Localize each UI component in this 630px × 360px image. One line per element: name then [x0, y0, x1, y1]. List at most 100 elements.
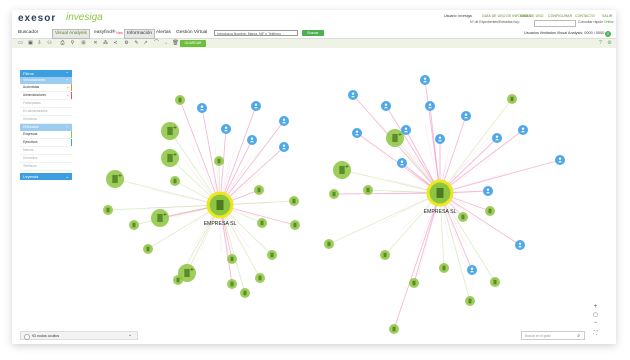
search-icon[interactable]: ⌕: [577, 332, 580, 341]
person-node[interactable]: [401, 125, 411, 135]
person-node[interactable]: [197, 103, 207, 113]
person-node[interactable]: [518, 125, 528, 135]
network-graph[interactable]: +++++EMPRESA SL++EMPRESA SL: [12, 48, 616, 344]
menu-gestion-virtual[interactable]: Gestión Virtual: [174, 29, 209, 37]
person-icon: [282, 118, 286, 121]
save-icon[interactable]: ▣: [27, 40, 34, 47]
building-icon: [293, 222, 297, 228]
entities-title: Entidades: [23, 125, 39, 129]
network-icon[interactable]: ⁂: [102, 40, 109, 47]
relation-filter-item[interactable]: Administradores +: [20, 92, 72, 100]
plus-icon: +: [190, 267, 194, 274]
edit-icon[interactable]: ✎: [133, 40, 140, 47]
filters-header[interactable]: Filtros ⌃: [20, 70, 72, 77]
menu-buscador[interactable]: Buscador: [16, 29, 40, 37]
entity-filter-item[interactable]: Teléfonos: [20, 163, 72, 171]
relation-filter-item[interactable]: Directivos: [20, 116, 72, 124]
building-icon: [436, 188, 444, 198]
person-node[interactable]: [425, 101, 435, 111]
plus-icon: +: [398, 132, 402, 139]
person-node[interactable]: [251, 101, 261, 111]
main-search-input[interactable]: Introduzca Nombre, Marca, NIF o Teléfono: [214, 29, 298, 36]
link-config[interactable]: CONFIGURAR: [548, 14, 572, 18]
share-icon[interactable]: ≺: [112, 40, 119, 47]
person-node[interactable]: [461, 111, 471, 121]
fit-screen-icon[interactable]: ▢: [592, 312, 599, 319]
print-icon[interactable]: ⎙: [59, 40, 66, 47]
legend-header[interactable]: Leyenda ⌄: [20, 173, 72, 180]
plus-icon: +: [173, 125, 177, 132]
plus-icon: +: [345, 164, 349, 171]
delete-icon[interactable]: 🗑: [172, 40, 179, 47]
entity-filter-item[interactable]: Ejecutivos: [20, 139, 72, 147]
relation-filter-item[interactable]: Accionistas +: [20, 84, 72, 92]
person-node[interactable]: [555, 155, 565, 165]
person-node[interactable]: [348, 90, 358, 100]
person-node[interactable]: [279, 116, 289, 126]
arrow-icon[interactable]: →: [162, 40, 169, 47]
unlimited-users-text: Usuarios ilimitados Visual Analysis: 000…: [524, 31, 605, 35]
building-icon: [260, 220, 264, 226]
menu-alertas[interactable]: Alertas: [154, 29, 173, 37]
settings-icon[interactable]: ⚙: [123, 40, 130, 47]
person-node[interactable]: [467, 265, 477, 275]
fullscreen-icon[interactable]: ⛶: [592, 330, 599, 337]
cart-count-badge[interactable]: 0: [605, 30, 611, 37]
building-icon: [157, 213, 163, 223]
person-node[interactable]: [397, 158, 407, 168]
graph-search-input[interactable]: Buscar en el grafo ⌕: [521, 331, 585, 340]
relations-header[interactable]: Vinculaciones ⌃: [20, 77, 72, 84]
entity-filter-item[interactable]: Empresas: [20, 131, 72, 139]
curve-icon[interactable]: ⌒: [153, 40, 160, 47]
chevron-up-icon[interactable]: ⌃: [128, 332, 132, 341]
person-icon: [404, 127, 408, 130]
person-node[interactable]: [221, 124, 231, 134]
link-logout[interactable]: SALIR: [602, 14, 612, 18]
entity-filter-item[interactable]: Marcas: [20, 147, 72, 155]
person-node[interactable]: [435, 134, 445, 144]
people-icon[interactable]: ⚇: [46, 40, 53, 47]
hidden-nodes-bar[interactable]: 93 nodos ocultos ⌃: [20, 331, 138, 340]
person-node[interactable]: [483, 186, 493, 196]
quick-search-input[interactable]: [534, 19, 576, 27]
graph-canvas[interactable]: + + + + + EMPRESA SL + + EMPRESA SL Filtros ⌃ Vin…: [12, 48, 616, 344]
menu-easyfind[interactable]: easyfind®New: [92, 29, 125, 37]
link-guide[interactable]: GUÍA DE USO: [520, 14, 543, 18]
person-node[interactable]: [352, 128, 362, 138]
entities-header[interactable]: Entidades ⌃: [20, 124, 72, 131]
zoom-in-icon[interactable]: +: [592, 304, 599, 311]
filter-icon[interactable]: ⚲: [69, 40, 76, 47]
help-icon[interactable]: ?: [597, 40, 604, 47]
person-node[interactable]: [247, 135, 257, 145]
link-icon[interactable]: ↗: [142, 40, 149, 47]
plus-icon[interactable]: +: [67, 84, 69, 91]
relation-filter-item[interactable]: Ex administrados: [20, 108, 72, 116]
building-icon: [332, 191, 336, 197]
export-icon[interactable]: ⇩: [36, 40, 43, 47]
person-node[interactable]: [515, 240, 525, 250]
search-button[interactable]: Buscar: [302, 29, 324, 36]
person-node[interactable]: [420, 75, 430, 85]
person-icon: [384, 103, 388, 106]
entity-filter-item[interactable]: Domicilios: [20, 155, 72, 163]
person-icon: [464, 113, 468, 116]
person-node[interactable]: [279, 142, 289, 152]
relation-filter-item[interactable]: Participadas: [20, 100, 72, 108]
plus-icon[interactable]: +: [67, 92, 69, 99]
zoom-out-icon[interactable]: −: [592, 320, 599, 327]
link-contact[interactable]: CONTACTO: [575, 14, 595, 18]
grid-icon[interactable]: ⊞: [80, 40, 87, 47]
building-icon: [106, 207, 110, 213]
save-graph-button[interactable]: GUARDAR: [180, 40, 206, 47]
settings-circle-icon[interactable]: ⚙: [606, 40, 613, 47]
close-icon[interactable]: ✕: [92, 40, 99, 47]
building-icon: [178, 97, 182, 103]
person-node[interactable]: [381, 101, 391, 111]
building-icon: [173, 178, 177, 184]
person-node[interactable]: [492, 133, 502, 143]
quick-consult-label[interactable]: Consultar rápido: [578, 20, 603, 24]
menu-visual-analysis[interactable]: Visual Analysis: [52, 29, 90, 39]
menu-informacion[interactable]: Información: [124, 29, 156, 39]
folder-icon[interactable]: ▭: [17, 40, 24, 47]
brand-logo[interactable]: exesor: [18, 13, 56, 24]
